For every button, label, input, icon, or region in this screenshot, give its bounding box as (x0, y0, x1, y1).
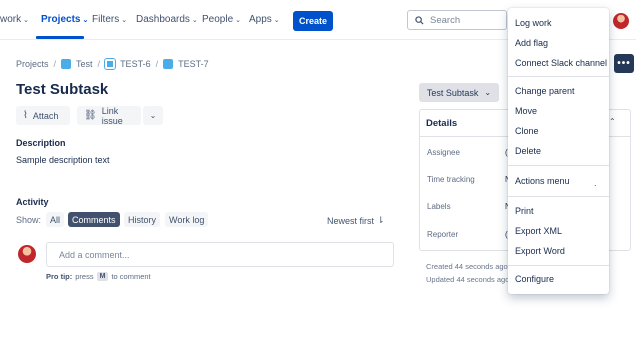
field-labels-label: Labels (427, 202, 451, 211)
more-actions-dropdown[interactable]: ⌄ (143, 106, 163, 125)
nav-dashboards-label: Dashboards (136, 14, 190, 25)
chevron-down-icon: ⌄ (191, 16, 198, 24)
actions-menu-shortcut: . (594, 178, 597, 188)
active-nav-indicator (36, 36, 84, 39)
nav-people[interactable]: People ⌄ (202, 14, 241, 25)
collapse-icon[interactable]: ⌃ (609, 117, 616, 126)
menu-configure[interactable]: Configure (515, 274, 554, 284)
menu-divider (508, 196, 609, 197)
menu-log-work[interactable]: Log work (515, 18, 552, 28)
menu-clone[interactable]: Clone (515, 126, 539, 136)
filter-all[interactable]: All (46, 212, 65, 227)
menu-divider (508, 76, 609, 77)
chevron-down-icon: ⌄ (121, 16, 128, 24)
nav-projects-label: Projects (41, 14, 81, 25)
nav-filters[interactable]: Filters ⌄ (92, 14, 127, 25)
updated-timestamp: Updated 44 seconds ago (426, 275, 510, 284)
keyboard-shortcut-key: M (96, 272, 109, 281)
nav-your-work-label: work (0, 14, 22, 25)
nav-apps[interactable]: Apps ⌄ (249, 14, 280, 25)
sort-label: Newest first (327, 215, 375, 226)
comment-input[interactable]: Add a comment... (46, 242, 394, 267)
filter-work-log[interactable]: Work log (165, 212, 209, 227)
menu-add-flag[interactable]: Add flag (515, 38, 548, 48)
attach-label: Attach (32, 110, 59, 121)
menu-divider (508, 165, 609, 166)
nav-people-label: People (202, 14, 234, 25)
activity-heading: Activity (16, 197, 49, 207)
field-assignee-label: Assignee (427, 148, 460, 157)
menu-move[interactable]: Move (515, 106, 537, 116)
chevron-down-icon: ⌄ (273, 16, 280, 24)
profile-avatar[interactable] (613, 13, 629, 29)
chevron-down-icon: ⌄ (484, 88, 492, 97)
nav-projects[interactable]: Projects ⌄ (41, 14, 88, 25)
chevron-down-icon: ⌄ (82, 16, 89, 24)
nav-filters-label: Filters (92, 14, 120, 25)
created-timestamp: Created 44 seconds ago (426, 262, 508, 271)
menu-actions-menu[interactable]: Actions menu (515, 176, 570, 186)
breadcrumb-separator: / (97, 59, 101, 69)
chevron-down-icon: ⌄ (23, 16, 29, 24)
nav-your-work[interactable]: work ⌄ (0, 14, 29, 25)
link-issue-button[interactable]: ⛓ Link issue (77, 105, 141, 126)
attach-button[interactable]: ⌇ Attach (16, 106, 70, 125)
project-icon (61, 59, 72, 69)
link-issue-label: Link issue (101, 105, 123, 126)
link-icon: ⛓ (84, 110, 97, 121)
breadcrumb-separator: / (155, 59, 159, 69)
sort-icon: ⇂ (377, 215, 385, 225)
details-heading[interactable]: Details (426, 118, 457, 129)
pro-tip-label: Pro tip: (46, 272, 73, 281)
paperclip-icon: ⌇ (23, 110, 28, 121)
menu-export-word[interactable]: Export Word (515, 246, 565, 256)
breadcrumb-project[interactable]: Test (76, 59, 93, 69)
subtask-icon (163, 59, 174, 69)
menu-export-xml[interactable]: Export XML (515, 226, 562, 236)
issue-title[interactable]: Test Subtask (16, 81, 108, 98)
search-placeholder: Search (430, 14, 461, 26)
pro-tip-end: to comment (111, 272, 151, 281)
search-input[interactable]: Search (407, 10, 507, 30)
search-icon (415, 15, 424, 25)
sort-toggle[interactable]: Newest first ⇂ (327, 215, 385, 226)
description-heading: Description (16, 138, 66, 148)
breadcrumb-current-issue[interactable]: TEST-7 (178, 59, 209, 69)
nav-dashboards[interactable]: Dashboards ⌄ (136, 14, 198, 25)
field-time-tracking-label: Time tracking (427, 175, 475, 184)
chevron-down-icon: ⌄ (235, 16, 242, 24)
show-label: Show: (16, 215, 42, 225)
breadcrumb-separator: / (53, 59, 57, 69)
menu-connect-slack[interactable]: Connect Slack channel (515, 58, 607, 68)
breadcrumb: Projects / Test / TEST-6 / TEST-7 (16, 58, 209, 70)
status-label: Test Subtask (426, 87, 479, 98)
create-button[interactable]: Create (293, 11, 333, 31)
description-text[interactable]: Sample description text (16, 155, 110, 165)
user-avatar (18, 245, 36, 263)
nav-apps-label: Apps (249, 14, 272, 25)
menu-print[interactable]: Print (515, 206, 534, 216)
pro-tip: Pro tip: press M to comment (46, 272, 151, 281)
filter-history[interactable]: History (124, 212, 161, 227)
filter-comments[interactable]: Comments (68, 212, 120, 227)
field-reporter-label: Reporter (427, 230, 459, 239)
menu-delete[interactable]: Delete (515, 146, 541, 156)
more-options-button[interactable]: ••• (614, 54, 634, 73)
menu-divider (508, 265, 609, 266)
breadcrumb-projects[interactable]: Projects (16, 59, 49, 69)
pro-tip-press: press (75, 272, 94, 281)
status-dropdown[interactable]: Test Subtask ⌄ (419, 83, 499, 102)
breadcrumb-parent-issue[interactable]: TEST-6 (120, 59, 151, 69)
task-icon (104, 58, 117, 70)
chevron-down-icon: ⌄ (149, 111, 157, 120)
menu-change-parent[interactable]: Change parent (515, 86, 575, 96)
